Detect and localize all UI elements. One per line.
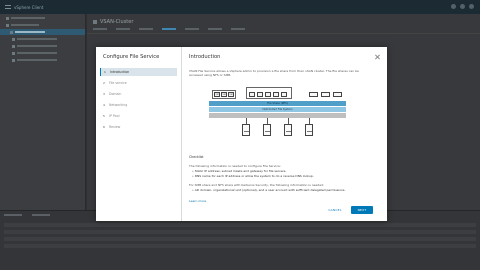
wizard-title: Configure File Service <box>103 54 160 60</box>
step-label: Review <box>109 125 121 129</box>
intro-description: VSAN File Service allows a vSphere admin… <box>189 69 359 77</box>
app-title: vSphere Client <box>14 4 44 10</box>
inventory-tree <box>0 14 86 210</box>
step-number: 5 <box>103 114 105 118</box>
container-icon <box>273 92 279 97</box>
host-disk-icon <box>263 124 271 136</box>
tab[interactable] <box>208 28 222 30</box>
divider <box>87 33 480 34</box>
step-ip-pool[interactable]: 5 IP Pool <box>100 112 177 120</box>
step-number: 1 <box>104 70 106 74</box>
tab[interactable] <box>185 28 199 30</box>
object-title: VSAN-Cluster <box>100 19 134 25</box>
task-row <box>4 230 476 234</box>
tree-item[interactable] <box>12 50 85 56</box>
task-row <box>4 223 476 227</box>
top-navigation-bar: vSphere Client <box>0 0 480 14</box>
checklist-heading: Checklist <box>189 155 204 159</box>
configure-file-service-dialog: Configure File Service 1 Introduction 2 … <box>96 47 387 221</box>
step-label: IP Pool <box>109 114 120 118</box>
laptop-icon <box>321 92 330 97</box>
tree-item[interactable] <box>12 36 85 42</box>
container-icon <box>265 92 271 97</box>
page-title: Introduction <box>189 54 221 60</box>
header-actions <box>451 4 474 9</box>
tab[interactable] <box>139 28 153 30</box>
tab[interactable] <box>116 28 130 30</box>
next-button[interactable]: NEXT <box>351 206 373 214</box>
vm-icon: VM <box>221 92 227 97</box>
step-introduction[interactable]: 1 Introduction <box>100 68 177 76</box>
task-row <box>4 237 476 241</box>
step-number: 6 <box>103 125 105 129</box>
tree-item[interactable] <box>6 15 85 21</box>
checklist-bullet: • DNS name for each IP address or allow … <box>192 174 314 178</box>
wizard-steps-panel: Configure File Service 1 Introduction 2 … <box>96 47 182 221</box>
checklist-bullet: • AD domain, organizational unit (option… <box>192 188 346 192</box>
vsan-layer <box>209 113 346 118</box>
host-disk-icon <box>284 124 292 136</box>
step-label: Introduction <box>110 70 130 74</box>
wizard-content: Introduction VSAN File Service allows a … <box>182 47 387 221</box>
tree-item-selected[interactable] <box>0 29 85 35</box>
step-number: 4 <box>103 103 105 107</box>
vm-icon: VM <box>228 92 234 97</box>
step-file-service[interactable]: 2 File service <box>100 79 177 87</box>
laptop-icon <box>333 92 342 97</box>
cluster-icon <box>93 20 97 24</box>
checklist-bullet: • Static IP address, subnet masks and ga… <box>192 169 287 173</box>
step-label: Networking <box>109 103 128 107</box>
tab-configure[interactable] <box>162 28 176 30</box>
host-disk-icon <box>305 124 313 136</box>
step-networking[interactable]: 4 Networking <box>100 101 177 109</box>
file-service-diagram: VM VM VM File Share (NFS) Distributed Fi… <box>209 85 346 145</box>
step-review[interactable]: 6 Review <box>100 123 177 131</box>
tree-item[interactable] <box>12 43 85 49</box>
user-icon[interactable] <box>469 4 474 9</box>
step-label: File service <box>109 81 127 85</box>
distributed-fs-layer: Distributed File System <box>209 107 346 112</box>
vm-icon: VM <box>214 92 220 97</box>
close-icon[interactable] <box>374 54 380 60</box>
step-number: 2 <box>103 81 105 85</box>
task-row <box>4 244 476 248</box>
tree-item[interactable] <box>12 57 85 63</box>
refresh-icon[interactable] <box>451 4 456 9</box>
tree-item[interactable] <box>6 22 85 28</box>
ad-intro: For SMB share and NFS share with Kerbero… <box>189 183 324 187</box>
tab[interactable] <box>231 28 245 30</box>
menu-icon[interactable] <box>5 5 11 9</box>
file-share-layer: File Share (NFS) <box>209 101 346 106</box>
container-icon <box>249 92 255 97</box>
learn-more-link[interactable]: Learn more <box>189 199 206 203</box>
tab[interactable] <box>93 28 107 30</box>
help-icon[interactable] <box>460 4 465 9</box>
laptop-icon <box>309 92 318 97</box>
object-tabs <box>93 28 245 30</box>
object-header: VSAN-Cluster <box>93 19 133 25</box>
container-icon <box>257 92 263 97</box>
checklist-intro: The following information is needed to c… <box>189 164 281 168</box>
step-label: Domain <box>109 92 122 96</box>
container-icon <box>281 92 287 97</box>
step-domain[interactable]: 3 Domain <box>100 90 177 98</box>
host-disk-icon <box>242 124 250 136</box>
cancel-button[interactable]: CANCEL <box>324 206 346 214</box>
step-number: 3 <box>103 92 105 96</box>
